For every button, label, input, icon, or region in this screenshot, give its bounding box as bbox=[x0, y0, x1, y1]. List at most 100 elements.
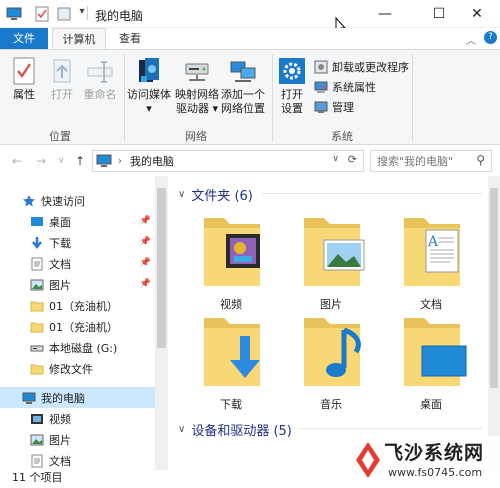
sidebar-item-pictures[interactable]: 图片 bbox=[0, 429, 155, 450]
sidebar-item-documents[interactable]: 文档 bbox=[0, 450, 155, 470]
sidebar-item-downloads[interactable]: 下载 📌 bbox=[0, 232, 155, 253]
navigation-pane: 快速访问 桌面 📌 下载 📌 文档 📌 图片 📌 01（充油机） 01（充油机）… bbox=[0, 176, 168, 470]
scrollbar-thumb[interactable] bbox=[157, 188, 166, 348]
back-arrow-icon[interactable]: ← bbox=[12, 154, 22, 168]
sidebar-item-this-pc[interactable]: 我的电脑 bbox=[0, 387, 155, 408]
access-media-button[interactable]: 访问媒体 ▾ bbox=[126, 56, 172, 116]
chevron-down-icon[interactable]: ∨ bbox=[178, 189, 185, 200]
open-settings-button[interactable]: 打开 设置 bbox=[276, 56, 308, 116]
navigation-bar: ← → ∨ ↑ › 我的电脑 ∨ ⟳ 搜索"我的电脑" ⚲ bbox=[0, 146, 500, 176]
sidebar-item-desktop[interactable]: 桌面 📌 bbox=[0, 211, 155, 232]
sidebar-item-folder[interactable]: 01（充油机） bbox=[0, 295, 155, 316]
sidebar-item-pictures[interactable]: 图片 📌 bbox=[0, 274, 155, 295]
map-network-drive-button[interactable]: 映射网络 驱动器 ▾ bbox=[174, 56, 220, 116]
help-icon[interactable]: ? bbox=[484, 31, 497, 44]
ribbon-tabs: 文件 计算机 查看 ︿ ? bbox=[0, 28, 500, 50]
collapse-ribbon-icon[interactable]: ︿ bbox=[466, 32, 476, 47]
sidebar-item-documents[interactable]: 文档 📌 bbox=[0, 253, 155, 274]
computer-icon bbox=[96, 154, 112, 168]
tab-view[interactable]: 查看 bbox=[110, 28, 150, 50]
item-count: 11 个项目 bbox=[12, 471, 63, 484]
programs-icon bbox=[314, 60, 328, 74]
search-input[interactable]: 搜索"我的电脑" ⚲ bbox=[370, 150, 492, 172]
nav-scrollbar[interactable] bbox=[155, 176, 168, 470]
folder-tile-pictures[interactable]: 图片 bbox=[290, 212, 372, 312]
recent-locations-icon[interactable]: ∨ bbox=[58, 156, 65, 166]
network-location-icon bbox=[229, 56, 257, 86]
desktop-icon bbox=[30, 215, 44, 229]
minimize-button[interactable]: — bbox=[362, 0, 408, 28]
forward-arrow-icon[interactable]: → bbox=[36, 154, 46, 168]
properties-quick-icon[interactable] bbox=[34, 6, 50, 22]
tab-file[interactable]: 文件 bbox=[0, 28, 48, 50]
open-button[interactable]: 打开 bbox=[46, 56, 78, 102]
group-label-network: 网络 bbox=[185, 130, 207, 143]
sidebar-item-quick-access[interactable]: 快速访问 bbox=[0, 190, 155, 211]
manage-button[interactable]: 管理 bbox=[314, 98, 354, 116]
videos-icon bbox=[30, 412, 44, 426]
watermark-name: 飞沙系统网 bbox=[384, 442, 485, 464]
downloads-folder-icon bbox=[204, 318, 260, 386]
document-icon bbox=[30, 454, 44, 468]
system-properties-button[interactable]: 系统属性 bbox=[314, 78, 376, 96]
section-divider bbox=[262, 193, 482, 194]
content-scrollbar[interactable] bbox=[488, 176, 500, 470]
sidebar-item-videos[interactable]: 视频 bbox=[0, 408, 155, 429]
pin-icon[interactable]: 📌 bbox=[140, 216, 151, 226]
close-button[interactable]: ✕ bbox=[454, 0, 500, 28]
sidebar-item-folder[interactable]: 01（充油机） bbox=[0, 316, 155, 337]
folder-tile-videos[interactable]: 视频 bbox=[190, 212, 272, 312]
folder-label: 视频 bbox=[220, 298, 242, 311]
sidebar-item-folder[interactable]: 修改文件 bbox=[0, 358, 155, 379]
add-network-location-button[interactable]: 添加一个 网络位置 bbox=[220, 56, 266, 116]
ribbon: 属性 打开 重命名 位置 访问媒体 ▾ 映射网络 驱动器 ▾ 添加一个 网络位置 bbox=[0, 49, 500, 145]
folder-label: 桌面 bbox=[420, 398, 442, 411]
address-bar[interactable]: › 我的电脑 ∨ ⟳ bbox=[92, 150, 364, 172]
up-arrow-icon[interactable]: ↑ bbox=[75, 154, 85, 168]
address-dropdown-icon[interactable]: ∨ bbox=[332, 154, 339, 164]
folder-tile-documents[interactable]: A 文档 bbox=[390, 212, 472, 312]
gear-icon bbox=[278, 56, 306, 86]
music-folder-icon bbox=[304, 318, 361, 386]
pictures-folder-icon bbox=[304, 218, 365, 286]
devices-section-header[interactable]: ∨ 设备和驱动器 (5) bbox=[178, 420, 292, 439]
refresh-icon[interactable]: ⟳ bbox=[348, 153, 357, 166]
search-icon[interactable]: ⚲ bbox=[476, 153, 485, 167]
breadcrumb[interactable]: 我的电脑 bbox=[130, 153, 174, 169]
watermark-logo-icon bbox=[356, 442, 380, 478]
content-area: ∨ 文件夹 (6) 视频 图片 A 文档 下载 音乐 桌面 ∨ 设备和驱动器 (… bbox=[170, 176, 488, 470]
folder-tile-downloads[interactable]: 下载 bbox=[190, 312, 272, 412]
watermark: 飞沙系统网 www.fs0745.com bbox=[350, 436, 500, 488]
tab-computer[interactable]: 计算机 bbox=[52, 28, 106, 50]
new-folder-quick-icon[interactable] bbox=[56, 6, 72, 22]
properties-button[interactable]: 属性 bbox=[8, 56, 40, 102]
pin-icon[interactable]: 📌 bbox=[140, 258, 151, 268]
uninstall-programs-button[interactable]: 卸载或更改程序 bbox=[314, 58, 409, 76]
folder-tile-music[interactable]: 音乐 bbox=[290, 312, 372, 412]
computer-icon bbox=[22, 391, 36, 405]
document-icon bbox=[30, 257, 44, 271]
window-title: 我的电脑 bbox=[95, 9, 144, 23]
group-label-system: 系统 bbox=[331, 130, 353, 143]
sidebar-item-local-disk[interactable]: 本地磁盘 (G:) bbox=[0, 337, 155, 358]
scrollbar-thumb[interactable] bbox=[490, 188, 498, 388]
search-placeholder: 搜索"我的电脑" bbox=[377, 155, 454, 168]
folder-tile-desktop[interactable]: 桌面 bbox=[390, 312, 472, 412]
videos-folder-icon bbox=[204, 218, 260, 286]
chevron-down-icon[interactable]: ∨ bbox=[178, 424, 185, 435]
group-label-location: 位置 bbox=[49, 130, 71, 143]
folders-section-header[interactable]: ∨ 文件夹 (6) bbox=[178, 185, 253, 204]
drive-icon bbox=[30, 341, 44, 355]
folder-label: 音乐 bbox=[320, 398, 342, 411]
section-divider bbox=[300, 428, 482, 429]
group-separator bbox=[272, 54, 273, 142]
rename-button[interactable]: 重命名 bbox=[80, 56, 120, 102]
group-separator bbox=[124, 54, 125, 142]
pin-icon[interactable]: 📌 bbox=[140, 279, 151, 289]
open-icon bbox=[48, 56, 76, 86]
checklist-icon bbox=[10, 56, 38, 86]
pin-icon[interactable]: 📌 bbox=[140, 237, 151, 247]
pictures-icon bbox=[30, 433, 44, 447]
svg-text:A: A bbox=[427, 234, 439, 250]
computer-icon[interactable] bbox=[6, 6, 22, 22]
